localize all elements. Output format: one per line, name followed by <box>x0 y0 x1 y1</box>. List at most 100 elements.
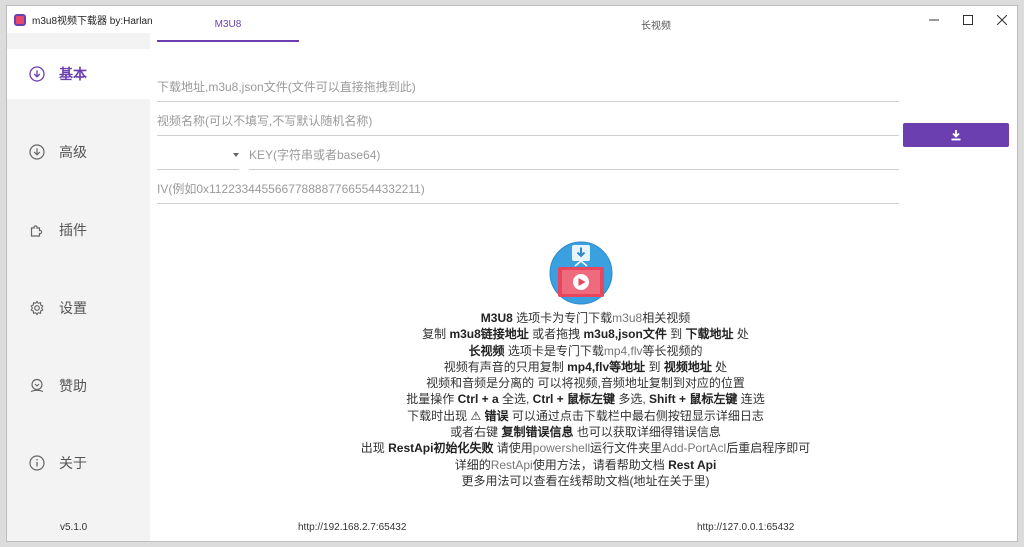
help-segment: RestApi <box>490 457 533 472</box>
sidebar-item-label: 关于 <box>59 455 87 471</box>
help-segment: 请使用 <box>493 441 533 456</box>
help-emphasis: 长视频 <box>468 343 505 358</box>
help-emphasis: ⚠ <box>470 408 482 423</box>
help-emphasis: 下载地址 <box>685 327 734 342</box>
gear-icon <box>28 299 46 317</box>
help-segment: 选项卡是专门下载 <box>504 343 604 358</box>
help-segment: 使用方法，请看帮助文档 <box>532 457 669 472</box>
help-line: 更多用法可以查看在线帮助文档(地址在关于里) <box>151 473 1017 489</box>
help-segment: 运行文件夹里 <box>590 441 663 456</box>
sidebar-item-label: 设置 <box>59 300 87 316</box>
sidebar-item-label: 插件 <box>59 222 87 238</box>
sidebar-item-label: 基本 <box>59 66 87 82</box>
sidebar-item-plugins[interactable]: 插件 <box>7 205 150 255</box>
iv-field <box>157 174 899 204</box>
tab-m3u8[interactable]: M3U8 <box>157 6 299 43</box>
sidebar-item-advanced[interactable]: 高级 <box>7 127 150 177</box>
help-segment: 下载时出现 <box>407 408 471 423</box>
help-segment: 后重启程序即可 <box>726 441 811 456</box>
help-line: 视频有声音的只用复制 mp4,flv等地址 到 视频地址 处 <box>151 359 1017 375</box>
help-line: 或者右键 复制错误信息 也可以获取详细得错误信息 <box>151 424 1017 440</box>
sidebar-item-label: 高级 <box>59 144 87 160</box>
help-segment: 可以通过点击下载栏中最右侧按钮显示详细日志 <box>508 408 764 423</box>
help-segment: 等长视频的 <box>642 343 703 358</box>
help-emphasis: RestApi初始化失败 <box>388 441 494 456</box>
help-segment: Add-PortAcl <box>662 441 727 456</box>
sidebar: 基本 高级 插件 设置 赞助 关于 v5.1.0 <box>7 33 150 541</box>
dropdown-arrow-icon <box>233 153 239 157</box>
help-emphasis: m3u8链接地址 <box>449 327 529 342</box>
iv-input[interactable] <box>157 181 899 196</box>
window-controls <box>917 6 1017 33</box>
help-segment: 处 <box>733 327 749 342</box>
tab-long-video[interactable]: 长视频 <box>585 6 727 43</box>
sidebar-item-basic[interactable]: 基本 <box>7 49 150 99</box>
puzzle-icon <box>28 221 46 239</box>
help-segment: 批量操作 <box>406 392 458 407</box>
help-segment: powershell <box>532 441 591 456</box>
help-segment: 也可以获取详细得错误信息 <box>573 425 721 440</box>
help-emphasis: Shift + 鼠标左键 <box>649 392 738 407</box>
help-segment: 到 <box>666 327 686 342</box>
window-title: m3u8视频下载器 by:Harlan <box>32 16 153 27</box>
help-text: M3U8 选项卡为专门下载m3u8相关视频 复制 m3u8链接地址 或者拖拽 m3… <box>151 310 1017 489</box>
app-window: m3u8视频下载器 by:Harlan 基本 高级 插件 设置 赞助 关于 v5… <box>6 5 1018 542</box>
download-circle-icon <box>28 65 46 83</box>
minimize-icon <box>929 19 939 20</box>
help-segment: 更多用法可以查看在线帮助文档(地址在关于里) <box>461 473 710 488</box>
help-emphasis: 复制错误信息 <box>501 425 574 440</box>
sponsor-icon <box>28 377 46 395</box>
help-emphasis: 错误 <box>484 408 509 423</box>
minimize-button[interactable] <box>917 6 951 33</box>
help-line: 下载时出现 ⚠ 错误 可以通过点击下载栏中最右侧按钮显示详细日志 <box>151 408 1017 424</box>
video-name-input[interactable] <box>157 113 899 128</box>
info-icon <box>28 454 46 472</box>
version-label: v5.1.0 <box>60 522 88 533</box>
help-segment: mp4,flv <box>603 343 643 358</box>
key-input[interactable] <box>249 147 899 162</box>
help-segment: m3u8 <box>612 311 643 325</box>
help-emphasis: Rest Api <box>668 457 717 472</box>
local-network-url: http://192.168.2.7:65432 <box>298 522 407 533</box>
method-select[interactable] <box>157 140 239 170</box>
help-line: 详细的RestApi使用方法，请看帮助文档 Rest Api <box>151 457 1017 473</box>
localhost-url: http://127.0.0.1:65432 <box>697 522 795 533</box>
help-segment: 到 <box>645 359 664 374</box>
help-segment: 全选, <box>498 392 533 407</box>
help-line: 复制 m3u8链接地址 或者拖拽 m3u8,json文件 到 下载地址 处 <box>151 326 1017 342</box>
sidebar-item-about[interactable]: 关于 <box>7 438 150 488</box>
help-emphasis: 视频地址 <box>663 359 712 374</box>
close-icon <box>997 14 1007 25</box>
help-emphasis: Ctrl + 鼠标左键 <box>532 392 615 407</box>
help-line: 批量操作 Ctrl + a 全选, Ctrl + 鼠标左键 多选, Shift … <box>151 391 1017 407</box>
help-line: 长视频 选项卡是专门下载mp4,flv等长视频的 <box>151 343 1017 359</box>
help-segment: 复制 <box>422 327 450 342</box>
maximize-button[interactable] <box>951 6 985 33</box>
sidebar-item-settings[interactable]: 设置 <box>7 283 150 333</box>
help-segment: 处 <box>711 359 728 374</box>
help-line: M3U8 选项卡为专门下载m3u8相关视频 <box>151 310 1017 326</box>
download-button[interactable] <box>903 123 1009 147</box>
video-name-field <box>157 106 899 136</box>
app-logo-icon <box>14 13 26 26</box>
close-button[interactable] <box>985 6 1017 33</box>
help-segment: 或者拖拽 <box>528 327 584 342</box>
help-emphasis: Ctrl + a <box>457 392 499 407</box>
maximize-icon <box>963 14 973 25</box>
sidebar-item-sponsor[interactable]: 赞助 <box>7 361 150 411</box>
help-segment: 视频和音频是分离的 可以将视频,音频地址复制到对应的位置 <box>426 376 745 391</box>
download-url-input[interactable] <box>157 79 899 94</box>
help-emphasis: M3U8 <box>480 311 513 325</box>
help-segment: 多选, <box>615 392 650 407</box>
help-segment: 连选 <box>737 392 765 407</box>
help-segment: 选项卡为专门下载 <box>512 311 613 325</box>
video-download-logo-icon <box>549 241 613 305</box>
help-emphasis: mp4,flv等地址 <box>567 359 646 374</box>
download-circle-icon <box>28 143 46 161</box>
help-segment: 或者右键 <box>450 425 502 440</box>
help-line: 视频和音频是分离的 可以将视频,音频地址复制到对应的位置 <box>151 375 1017 391</box>
key-field <box>249 140 899 170</box>
help-segment: 视频有声音的只用复制 <box>443 359 568 374</box>
help-line: 出现 RestApi初始化失败 请使用powershell运行文件夹里Add-P… <box>151 440 1017 456</box>
active-tab-indicator <box>157 40 299 42</box>
